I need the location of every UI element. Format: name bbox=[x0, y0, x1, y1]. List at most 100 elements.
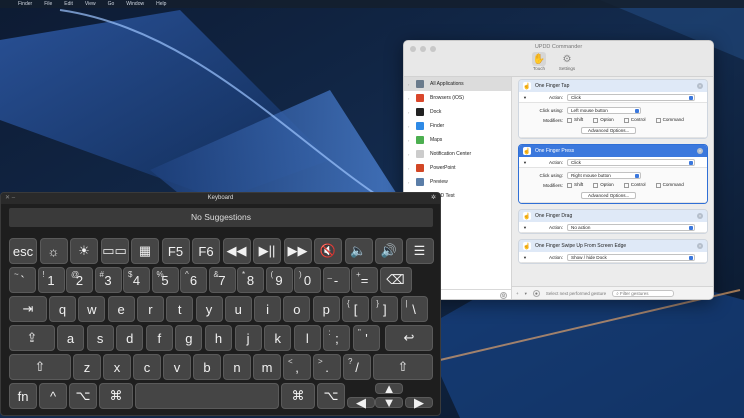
tab-touch[interactable]: ✋ Touch bbox=[529, 52, 549, 71]
key-0[interactable]: ) 0 bbox=[294, 267, 321, 293]
key-][interactable]: }] bbox=[371, 296, 399, 322]
play-pause-icon[interactable]: ▶|| bbox=[253, 238, 281, 264]
key-i[interactable]: i bbox=[254, 296, 282, 322]
key-2[interactable]: @2 bbox=[66, 267, 93, 293]
settings-icon[interactable]: ✲ bbox=[431, 193, 436, 204]
brightness-down-icon[interactable]: ☼ bbox=[39, 238, 68, 264]
key-;[interactable]: :; bbox=[323, 325, 351, 351]
chevron-right-icon[interactable]: › bbox=[408, 110, 416, 115]
key-l[interactable]: l bbox=[293, 325, 321, 351]
key-'[interactable]: " ' bbox=[353, 325, 380, 351]
key-k[interactable]: k bbox=[264, 325, 292, 351]
left-shift-key[interactable]: ⇧ bbox=[9, 354, 71, 380]
sidebar-item-app[interactable]: › PowerPoint bbox=[404, 161, 511, 175]
menu-item[interactable]: Window bbox=[126, 1, 144, 7]
volume-down-icon[interactable]: 🔈 bbox=[344, 238, 373, 264]
caps-lock-key[interactable]: ⇪ bbox=[9, 325, 55, 351]
disclosure-triangle-icon[interactable]: ▼ bbox=[523, 255, 531, 260]
gesture-header[interactable]: ☝ One Finger Drag × bbox=[519, 210, 707, 222]
key-7[interactable]: & 7 bbox=[208, 267, 236, 293]
left-command-key[interactable]: ⌘ bbox=[99, 383, 133, 409]
action-select[interactable]: Show / hide Dock bbox=[567, 253, 695, 261]
launchpad-icon[interactable]: ▦ bbox=[131, 238, 159, 264]
key-e[interactable]: e bbox=[107, 296, 135, 322]
key-.[interactable]: >. bbox=[313, 354, 341, 380]
key-b[interactable]: b bbox=[193, 354, 221, 380]
remove-gesture-icon[interactable]: × bbox=[697, 213, 703, 219]
modifier-checkbox[interactable]: Command bbox=[656, 182, 684, 187]
fast-forward-icon[interactable]: ▶▶ bbox=[283, 238, 312, 264]
remove-gesture-icon[interactable]: × bbox=[697, 148, 703, 154]
chevron-right-icon[interactable]: › bbox=[408, 180, 416, 185]
modifier-checkbox[interactable]: Control bbox=[624, 182, 646, 187]
sidebar-item-app[interactable]: › All Applications bbox=[404, 77, 511, 91]
chevron-right-icon[interactable]: › bbox=[408, 138, 416, 143]
key-=[interactable]: + = bbox=[351, 267, 378, 293]
key-f[interactable]: f bbox=[145, 325, 173, 351]
key-/[interactable]: ? / bbox=[343, 354, 371, 380]
sidebar-item-app[interactable]: › Finder bbox=[404, 119, 511, 133]
action-select[interactable]: Click bbox=[567, 158, 695, 166]
key-d[interactable]: d bbox=[116, 325, 144, 351]
key-q[interactable]: q bbox=[49, 296, 76, 322]
key-j[interactable]: j bbox=[234, 325, 262, 351]
f5-key[interactable]: F5 bbox=[161, 238, 190, 264]
key-w[interactable]: w bbox=[78, 296, 106, 322]
control-key[interactable]: ^ bbox=[39, 383, 67, 409]
menu-item[interactable]: Edit bbox=[64, 1, 73, 7]
key-n[interactable]: n bbox=[223, 354, 251, 380]
chevron-right-icon[interactable]: › bbox=[408, 152, 416, 157]
key-1[interactable]: ! 1 bbox=[37, 267, 65, 293]
action-select[interactable]: No action bbox=[567, 223, 695, 231]
key-[[interactable]: {[ bbox=[342, 296, 369, 322]
key-`[interactable]: ~ ` bbox=[9, 267, 36, 293]
modifier-checkbox[interactable]: Shift bbox=[567, 117, 583, 122]
key-\[interactable]: | \ bbox=[400, 296, 428, 322]
key-h[interactable]: h bbox=[205, 325, 232, 351]
key-y[interactable]: y bbox=[195, 296, 223, 322]
remove-gesture-icon[interactable]: × bbox=[697, 243, 703, 249]
gesture-header[interactable]: ☝ One Finger Tap × bbox=[519, 80, 707, 92]
esc-key[interactable]: esc bbox=[9, 238, 37, 264]
filter-gestures-input[interactable]: ⌕ Filter gestures bbox=[612, 290, 675, 297]
sidebar-item-app[interactable]: › Dock bbox=[404, 105, 511, 119]
menu-item[interactable]: Finder bbox=[18, 1, 32, 7]
key-8[interactable]: * 8 bbox=[237, 267, 264, 293]
mission-control-icon[interactable]: ▭▭ bbox=[100, 238, 129, 264]
key-a[interactable]: a bbox=[57, 325, 84, 351]
chevron-right-icon[interactable]: › bbox=[408, 96, 416, 101]
key-s[interactable]: s bbox=[86, 325, 114, 351]
menu-item[interactable]: File bbox=[44, 1, 52, 7]
chevron-right-icon[interactable]: › bbox=[408, 82, 416, 87]
tab-settings[interactable]: ⚙ Settings bbox=[557, 52, 577, 72]
right-option-key[interactable]: ⌥ bbox=[317, 383, 345, 409]
right-arrow-key[interactable]: ▶ bbox=[405, 395, 433, 410]
close-icon[interactable]: ✕ – bbox=[5, 193, 15, 204]
key-m[interactable]: m bbox=[253, 354, 281, 380]
gesture-card[interactable]: ☝ One Finger Tap × ▼ Action: Click Click using… bbox=[518, 79, 708, 139]
mute-icon[interactable]: 🔇 bbox=[314, 238, 342, 264]
modifier-checkbox[interactable]: Option bbox=[593, 182, 614, 187]
chevron-down-icon[interactable]: ▾ bbox=[525, 291, 527, 297]
key-t[interactable]: t bbox=[166, 296, 194, 322]
gesture-header[interactable]: ☝ One Finger Swipe Up From Screen Edge × bbox=[519, 240, 707, 252]
key-u[interactable]: u bbox=[224, 296, 252, 322]
click-using-select[interactable]: Right mouse button bbox=[567, 171, 641, 179]
right-command-key[interactable]: ⌘ bbox=[281, 383, 315, 409]
down-arrow-key[interactable]: ▼ bbox=[375, 395, 403, 410]
suggestions-bar[interactable]: No Suggestions bbox=[9, 208, 433, 227]
key-6[interactable]: ^ 6 bbox=[180, 267, 207, 293]
key-4[interactable]: $4 bbox=[123, 267, 150, 293]
brightness-up-icon[interactable]: ☀ bbox=[70, 238, 98, 264]
menu-item[interactable]: Help bbox=[156, 1, 166, 7]
f6-key[interactable]: F6 bbox=[192, 238, 220, 264]
gesture-card[interactable]: ☝ One Finger Drag × ▼ Action: No action bbox=[518, 209, 708, 234]
key-3[interactable]: #3 bbox=[94, 267, 122, 293]
left-arrow-key[interactable]: ◀ bbox=[347, 395, 375, 410]
record-gesture-button[interactable]: ● bbox=[532, 290, 540, 297]
action-select[interactable]: Click bbox=[567, 93, 695, 101]
disclosure-triangle-icon[interactable]: ▼ bbox=[523, 95, 531, 100]
key-9[interactable]: (9 bbox=[265, 267, 293, 293]
menu-icon[interactable]: ☰ bbox=[405, 238, 434, 264]
return-key[interactable]: ↩ bbox=[385, 325, 433, 351]
